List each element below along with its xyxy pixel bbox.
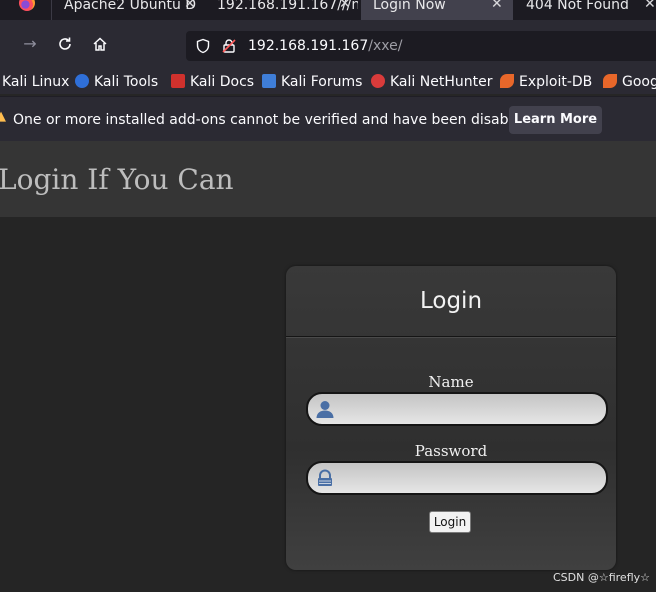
bookmark-label: Kali Docs	[190, 74, 255, 90]
bookmark-kali-tools[interactable]: Kali Tools	[75, 74, 158, 90]
password-label: Password	[414, 442, 488, 460]
url-host: 192.168.191.167	[248, 38, 369, 54]
bookmark-label: Kali NetHunter	[390, 74, 493, 90]
tab-404[interactable]: 404 Not Found ✕	[514, 0, 656, 20]
kali-tools-icon	[75, 74, 89, 88]
nav-bar: → 192.168.191.167/xxe/	[0, 20, 656, 72]
insecure-lock-icon[interactable]	[221, 38, 237, 54]
warning-icon: ▲	[0, 109, 6, 124]
url-bar[interactable]: 192.168.191.167/xxe/	[186, 31, 656, 61]
exploit-db-icon	[500, 74, 514, 88]
page-content: Login If You Can Login Name Password Log…	[0, 141, 656, 592]
bookmark-label: Kali Linux	[2, 74, 70, 90]
learn-more-button[interactable]: Learn More	[509, 106, 602, 134]
bookmark-google[interactable]: Goog	[603, 74, 656, 90]
tab-close-icon[interactable]: ✕	[644, 0, 656, 11]
shield-icon[interactable]	[195, 38, 211, 54]
bookmark-label: Kali Tools	[94, 74, 159, 90]
tab-title: 404 Not Found	[526, 0, 629, 13]
bookmark-label: Exploit-DB	[519, 74, 593, 90]
login-panel-title: Login	[419, 288, 483, 314]
watermark: CSDN @☆firefly☆	[553, 571, 650, 584]
tab-apache2[interactable]: Apache2 Ubuntu D ✕	[52, 0, 200, 20]
password-field[interactable]	[306, 461, 608, 495]
url-text[interactable]: 192.168.191.167/xxe/	[248, 38, 402, 54]
page-header: Login If You Can	[0, 141, 656, 217]
lock-icon	[318, 469, 332, 486]
name-field[interactable]	[306, 392, 608, 426]
login-button[interactable]: Login	[429, 511, 471, 533]
tab-close-icon[interactable]: ✕	[491, 0, 503, 11]
tab-192-168[interactable]: 192.168.191.167///n ✕	[205, 0, 358, 20]
tab-close-icon[interactable]: ✕	[184, 0, 196, 11]
bookmark-label: Goog	[622, 74, 656, 90]
tab-login-now[interactable]: Login Now ✕	[361, 0, 513, 20]
password-input[interactable]	[340, 466, 600, 492]
reload-icon[interactable]	[53, 32, 77, 56]
login-panel: Login Name Password Login	[286, 266, 616, 570]
notification-message: One or more installed add-ons cannot be …	[13, 112, 535, 128]
name-input[interactable]	[340, 397, 600, 423]
panel-divider	[286, 336, 616, 338]
bookmark-kali-linux[interactable]: Kali Linux	[2, 74, 69, 90]
kali-nethunter-icon	[371, 74, 385, 88]
bookmark-label: Kali Forums	[281, 74, 363, 90]
forward-icon[interactable]: →	[18, 32, 42, 56]
bookmark-kali-docs[interactable]: Kali Docs	[171, 74, 254, 90]
page-title: Login If You Can	[0, 163, 234, 196]
bookmark-exploit-db[interactable]: Exploit-DB	[500, 74, 592, 90]
tab-close-icon[interactable]: ✕	[339, 0, 351, 11]
kali-forums-icon	[262, 74, 276, 88]
bookmarks-toolbar: Kali Linux Kali Tools Kali Docs Kali For…	[0, 72, 656, 94]
kali-docs-icon	[171, 74, 185, 88]
user-icon	[316, 401, 334, 418]
tab-title: 192.168.191.167///n	[217, 0, 358, 13]
tab-bar: Apache2 Ubuntu D ✕ 192.168.191.167///n ✕…	[0, 0, 656, 20]
addon-notification-bar: ▲ One or more installed add-ons cannot b…	[0, 96, 656, 141]
firefox-logo-icon	[19, 0, 35, 11]
tab-title: Apache2 Ubuntu D	[64, 0, 197, 13]
tab-title: Login Now	[373, 0, 446, 13]
home-icon[interactable]	[88, 32, 112, 56]
bookmark-kali-nethunter[interactable]: Kali NetHunter	[371, 74, 492, 90]
name-label: Name	[428, 373, 474, 391]
google-bookmark-icon	[603, 74, 617, 88]
url-path: /xxe/	[368, 38, 403, 54]
bookmark-kali-forums[interactable]: Kali Forums	[262, 74, 362, 90]
